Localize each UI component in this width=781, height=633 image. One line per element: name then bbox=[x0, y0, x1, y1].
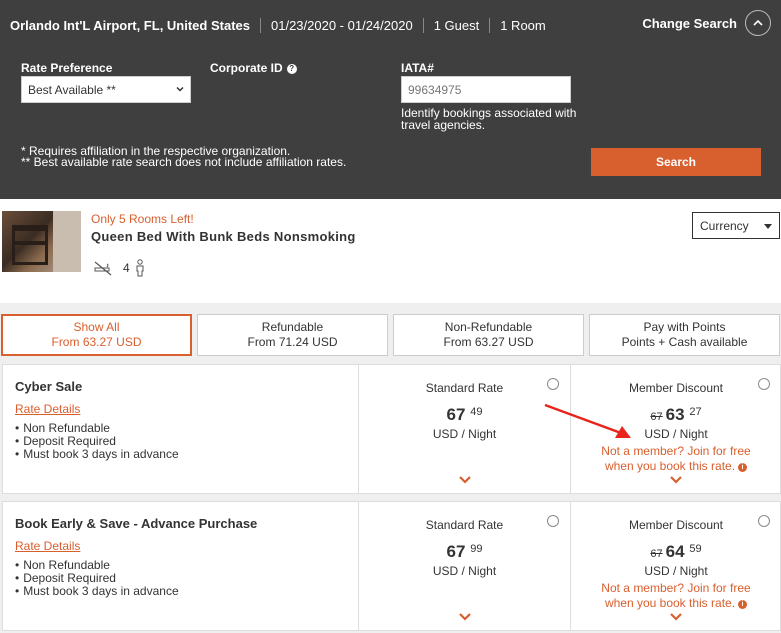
search-button[interactable]: Search bbox=[591, 148, 761, 176]
chevron-down-icon bbox=[176, 86, 184, 92]
info-icon[interactable]: i bbox=[738, 600, 748, 609]
tab-sub-bold: Points + Cash bbox=[621, 335, 697, 349]
member-discount-title: Member Discount bbox=[628, 381, 724, 395]
no-smoking-icon bbox=[94, 261, 112, 276]
tab-refundable[interactable]: Refundable From 71.24 USD bbox=[197, 314, 388, 356]
standard-rate-price: 67 99 bbox=[446, 542, 483, 561]
standard-rate-unit: USD / Night bbox=[432, 564, 497, 578]
tab-sub-rest: available bbox=[696, 335, 748, 349]
currency-dropdown[interactable]: Currency bbox=[692, 212, 780, 239]
standard-rate-radio[interactable] bbox=[547, 515, 559, 527]
room-amenities: 4 bbox=[93, 259, 155, 277]
caret-down-icon bbox=[764, 224, 772, 229]
join-promo[interactable]: Not a member? Join for free when you boo… bbox=[571, 444, 781, 474]
info-icon[interactable]: ? bbox=[286, 63, 297, 74]
chevron-down-icon[interactable] bbox=[669, 475, 683, 485]
search-location: Orlando Int'L Airport, FL, United States bbox=[10, 17, 250, 33]
occupancy-count: 4 bbox=[123, 261, 130, 275]
rate-preference-value: Best Available ** bbox=[28, 83, 116, 97]
tab-sub: From 71.24 USD bbox=[247, 335, 338, 349]
chevron-down-icon[interactable] bbox=[669, 612, 683, 622]
info-icon[interactable]: i bbox=[738, 463, 748, 472]
tab-sub: From 63.27 USD bbox=[51, 335, 142, 349]
tab-non-refundable[interactable]: Non-Refundable From 63.27 USD bbox=[393, 314, 584, 356]
change-search-label: Change Search bbox=[642, 15, 737, 31]
standard-rate-option[interactable]: Standard Rate 67 49 USD / Night bbox=[358, 365, 570, 493]
currency-label: Currency bbox=[700, 218, 749, 233]
rate-details-link[interactable]: Rate Details bbox=[15, 539, 80, 553]
rate-term: Must book 3 days in advance bbox=[15, 585, 178, 598]
search-dates: 01/23/2020 - 01/24/2020 bbox=[260, 17, 423, 33]
standard-rate-price: 67 49 bbox=[446, 405, 483, 424]
change-search-button[interactable]: Change Search bbox=[642, 10, 771, 36]
search-guests: 1 Guest bbox=[422, 17, 490, 33]
tab-label: Pay with Points bbox=[643, 320, 726, 334]
annotation-arrow bbox=[544, 403, 631, 438]
tab-label: Show All bbox=[73, 320, 120, 334]
tab-pay-with-points[interactable]: Pay with Points Points + Cash available bbox=[589, 314, 780, 356]
member-discount-option[interactable]: Member Discount 67 64 59 USD / Night Not … bbox=[570, 502, 781, 630]
corporate-id-label: Corporate ID? bbox=[210, 61, 297, 75]
corporate-id-text: Corporate ID bbox=[210, 61, 283, 75]
note-best-available: ** Best available rate search does not i… bbox=[21, 155, 347, 169]
standard-rate-unit: USD / Night bbox=[432, 427, 497, 441]
rate-card: Book Early & Save - Advance Purchase Rat… bbox=[2, 501, 781, 631]
iata-label: IATA# bbox=[401, 61, 434, 75]
search-rooms: 1 Room bbox=[489, 17, 556, 33]
notes: * Requires affiliation in the respective… bbox=[21, 145, 347, 169]
rate-title: Cyber Sale bbox=[15, 379, 83, 394]
member-discount-title: Member Discount bbox=[628, 518, 724, 532]
join-promo[interactable]: Not a member? Join for free when you boo… bbox=[571, 581, 781, 611]
rate-term: Must book 3 days in advance bbox=[15, 448, 178, 461]
rate-terms: Non Refundable Deposit Required Must boo… bbox=[15, 422, 178, 461]
iata-help-text: Identify bookings associated with travel… bbox=[401, 106, 577, 132]
tab-label: Refundable bbox=[261, 320, 324, 334]
rate-preference-select[interactable]: Best Available ** bbox=[21, 76, 191, 103]
member-discount-unit: USD / Night bbox=[644, 564, 708, 578]
room-info: Only 5 Rooms Left! Queen Bed With Bunk B… bbox=[0, 199, 781, 303]
tab-label: Non-Refundable bbox=[444, 320, 533, 334]
chevron-up-icon[interactable] bbox=[745, 10, 771, 36]
tab-sub: Points + Cash available bbox=[590, 335, 779, 350]
standard-rate-option[interactable]: Standard Rate 67 99 USD / Night bbox=[358, 502, 570, 630]
room-name: Queen Bed With Bunk Beds Nonsmoking bbox=[91, 229, 356, 244]
rate-title: Book Early & Save - Advance Purchase bbox=[15, 516, 258, 531]
rooms-left-notice: Only 5 Rooms Left! bbox=[91, 212, 194, 226]
standard-rate-title: Standard Rate bbox=[425, 381, 504, 395]
rate-preference-label: Rate Preference bbox=[21, 61, 113, 75]
standard-rate-title: Standard Rate bbox=[425, 518, 504, 532]
search-panel: Orlando Int'L Airport, FL, United States… bbox=[0, 0, 781, 199]
standard-rate-radio[interactable] bbox=[547, 378, 559, 390]
iata-input[interactable] bbox=[401, 76, 571, 103]
rate-card: Cyber Sale Rate Details Non Refundable D… bbox=[2, 364, 781, 494]
member-discount-radio[interactable] bbox=[758, 378, 770, 390]
rate-details-link[interactable]: Rate Details bbox=[15, 402, 80, 416]
room-photo[interactable] bbox=[2, 211, 81, 272]
tab-sub: From 63.27 USD bbox=[443, 335, 534, 349]
member-discount-price: 67 64 59 bbox=[650, 542, 702, 561]
person-icon bbox=[136, 259, 144, 277]
chevron-down-icon[interactable] bbox=[458, 612, 472, 622]
rate-terms: Non Refundable Deposit Required Must boo… bbox=[15, 559, 178, 598]
tab-show-all[interactable]: Show All From 63.27 USD bbox=[1, 314, 192, 356]
chevron-down-icon[interactable] bbox=[458, 475, 472, 485]
member-discount-radio[interactable] bbox=[758, 515, 770, 527]
